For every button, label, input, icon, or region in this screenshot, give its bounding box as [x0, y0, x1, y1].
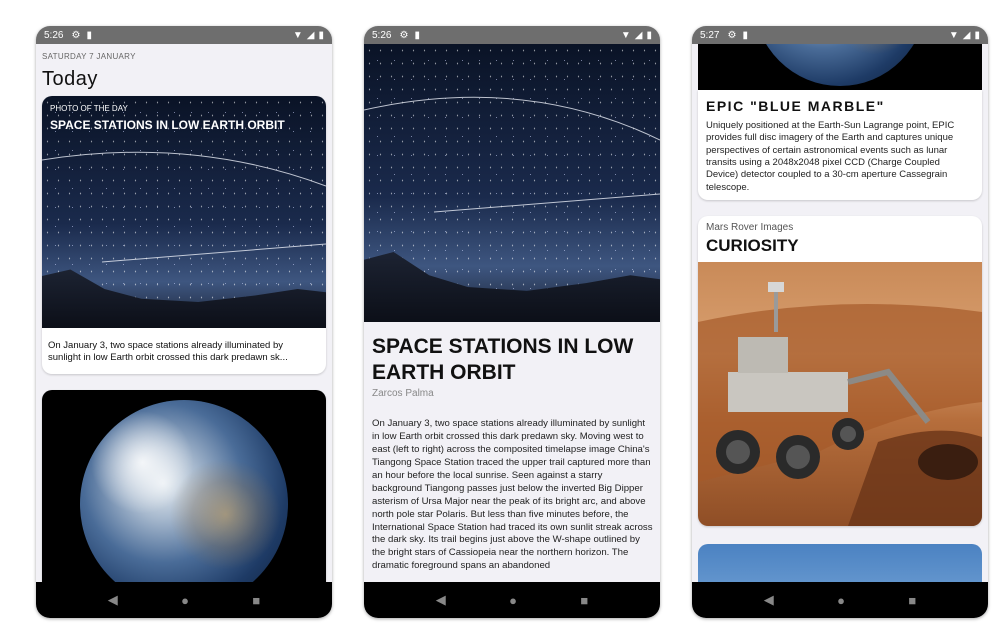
wifi-icon: ▼ — [948, 29, 959, 41]
wifi-icon: ▼ — [620, 29, 631, 41]
gear-icon: ⚙ — [71, 29, 81, 41]
signal-icon: ◢ — [634, 29, 643, 41]
status-time: 5:27 — [700, 29, 720, 41]
system-nav-bar: ◀ ● ■ — [692, 582, 988, 618]
sim-card-icon: ▮ — [414, 29, 420, 41]
signal-icon: ◢ — [306, 29, 315, 41]
status-bar: 5:26 ⚙ ▮ ▼ ◢ ▮ — [36, 26, 332, 44]
epic-title: EPIC "BLUE MARBLE" — [706, 98, 885, 114]
home-button[interactable]: ● — [509, 593, 517, 608]
gear-icon: ⚙ — [399, 29, 409, 41]
article-body: On January 3, two space stations already… — [372, 418, 653, 572]
home-feed[interactable]: SATURDAY 7 JANUARY Today PHOTO OF THE DA… — [36, 44, 332, 582]
status-time: 5:26 — [372, 29, 392, 41]
home-button[interactable]: ● — [837, 593, 845, 608]
potd-title: SPACE STATIONS IN LOW EARTH ORBIT — [50, 118, 285, 132]
phone-feed-scrolled: 5:27 ⚙ ▮ ▼ ◢ ▮ EPIC "BLUE MARBLE" Unique… — [692, 26, 988, 618]
phone-home-screen: 5:26 ⚙ ▮ ▼ ◢ ▮ SATURDAY 7 JANUARY Today … — [36, 26, 332, 618]
home-button[interactable]: ● — [181, 593, 189, 608]
back-button[interactable]: ◀ — [436, 592, 446, 608]
back-button[interactable]: ◀ — [764, 592, 774, 608]
battery-icon: ▮ — [318, 29, 324, 41]
epic-description: Uniquely positioned at the Earth-Sun Lag… — [706, 120, 955, 193]
recents-button[interactable]: ■ — [908, 593, 916, 608]
mars-label: Mars Rover Images — [706, 222, 794, 233]
gear-icon: ⚙ — [727, 29, 737, 41]
status-time: 5:26 — [44, 29, 64, 41]
mars-title: CURIOSITY — [706, 236, 799, 255]
date-line: SATURDAY 7 JANUARY — [42, 52, 136, 61]
phone-detail-screen: 5:26 ⚙ ▮ ▼ ◢ ▮ SPACE STATIONS IN LOW EAR… — [364, 26, 660, 618]
article-author: Zarcos Palma — [372, 388, 434, 399]
status-bar: 5:26 ⚙ ▮ ▼ ◢ ▮ — [364, 26, 660, 44]
back-button[interactable]: ◀ — [108, 592, 118, 608]
recents-button[interactable]: ■ — [252, 593, 260, 608]
earth-image — [80, 400, 288, 582]
signal-icon: ◢ — [962, 29, 971, 41]
system-nav-bar: ◀ ● ■ — [364, 582, 660, 618]
epic-image — [698, 44, 982, 90]
system-nav-bar: ◀ ● ■ — [36, 582, 332, 618]
potd-card[interactable]: PHOTO OF THE DAY SPACE STATIONS IN LOW E… — [42, 96, 326, 374]
potd-label: PHOTO OF THE DAY — [50, 104, 128, 113]
curiosity-image — [698, 262, 982, 526]
sim-card-icon: ▮ — [742, 29, 748, 41]
wifi-icon: ▼ — [292, 29, 303, 41]
status-bar: 5:27 ⚙ ▮ ▼ ◢ ▮ — [692, 26, 988, 44]
next-card-preview[interactable] — [698, 544, 982, 582]
earth-image — [754, 44, 926, 86]
sim-card-icon: ▮ — [86, 29, 92, 41]
potd-image: PHOTO OF THE DAY SPACE STATIONS IN LOW E… — [42, 96, 326, 328]
recents-button[interactable]: ■ — [580, 593, 588, 608]
mars-rover-card[interactable]: Mars Rover Images CURIOSITY — [698, 216, 982, 526]
epic-card-preview[interactable] — [42, 390, 326, 582]
epic-card[interactable]: EPIC "BLUE MARBLE" Uniquely positioned a… — [698, 90, 982, 200]
article-title: SPACE STATIONS IN LOW EARTH ORBIT — [372, 335, 634, 385]
battery-icon: ▮ — [646, 29, 652, 41]
battery-icon: ▮ — [974, 29, 980, 41]
page-title: Today — [42, 68, 98, 90]
home-feed-scrolled[interactable]: EPIC "BLUE MARBLE" Uniquely positioned a… — [692, 44, 988, 582]
potd-excerpt: On January 3, two space stations already… — [48, 340, 288, 364]
article-image — [364, 44, 660, 322]
article-view[interactable]: SPACE STATIONS IN LOW EARTH ORBIT Zarcos… — [364, 44, 660, 582]
